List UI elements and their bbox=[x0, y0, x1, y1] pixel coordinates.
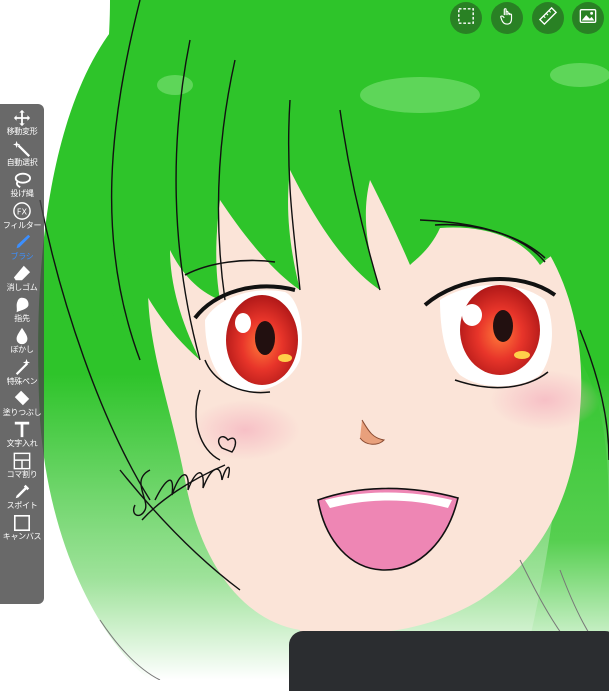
canvas-icon bbox=[12, 513, 32, 532]
tool-label: 移動変形 bbox=[6, 127, 38, 136]
drop-blur-icon bbox=[12, 326, 32, 345]
tool-finger[interactable]: 指先 bbox=[0, 295, 44, 326]
tool-eyedropper[interactable]: スポイト bbox=[0, 482, 44, 513]
gesture-button[interactable] bbox=[491, 2, 523, 34]
hair-highlight bbox=[360, 77, 480, 113]
hair-highlight bbox=[550, 63, 609, 87]
bottom-panel[interactable] bbox=[289, 631, 609, 691]
drawing-canvas[interactable] bbox=[0, 0, 609, 680]
gallery-icon bbox=[579, 7, 597, 29]
tool-label: 消しゴム bbox=[6, 282, 38, 292]
tool-blur[interactable]: ぼかし bbox=[0, 326, 44, 357]
tool-label: フィルター bbox=[2, 220, 42, 230]
lasso-icon bbox=[12, 170, 32, 189]
fx-icon: FX bbox=[12, 202, 32, 221]
tool-label: ぼかし bbox=[10, 345, 34, 355]
tool-panel: 移動変形 自動選択 投げ縄 FX フィルター ブラシ 消しゴム 指先 ぼかし 特… bbox=[0, 104, 44, 604]
tool-label: コマ割り bbox=[6, 470, 38, 480]
tool-filter[interactable]: FX フィルター bbox=[0, 202, 44, 233]
blush-left bbox=[190, 400, 300, 460]
bucket-fill-icon bbox=[12, 389, 32, 408]
ruler-button[interactable] bbox=[532, 2, 564, 34]
move-arrows-icon bbox=[12, 108, 32, 127]
tool-canvas[interactable]: キャンバス bbox=[0, 513, 44, 544]
tool-bucket-fill[interactable]: 塗りつぶし bbox=[0, 389, 44, 420]
tool-special-pen[interactable]: 特殊ペン bbox=[0, 358, 44, 389]
tool-text[interactable]: 文字入れ bbox=[0, 420, 44, 451]
hand-gesture-icon bbox=[498, 7, 516, 29]
svg-text:FX: FX bbox=[17, 207, 28, 217]
tool-label: ブラシ bbox=[10, 251, 34, 261]
text-icon bbox=[12, 420, 32, 439]
brush-icon bbox=[12, 233, 32, 252]
tool-label: スポイト bbox=[6, 501, 38, 511]
tool-label: 自動選択 bbox=[6, 158, 38, 168]
special-pen-icon bbox=[12, 358, 32, 377]
panel-split-icon bbox=[12, 451, 32, 470]
gallery-button[interactable] bbox=[572, 2, 604, 34]
tool-auto-select[interactable]: 自動選択 bbox=[0, 139, 44, 170]
ruler-icon bbox=[538, 6, 558, 29]
finger-smudge-icon bbox=[12, 295, 32, 314]
eyedropper-icon bbox=[12, 482, 32, 501]
tool-label: キャンバス bbox=[2, 532, 42, 542]
tool-label: 文字入れ bbox=[6, 438, 38, 448]
selection-button[interactable] bbox=[450, 2, 482, 34]
tool-lasso[interactable]: 投げ縄 bbox=[0, 170, 44, 201]
magic-wand-icon bbox=[12, 139, 32, 158]
tool-brush[interactable]: ブラシ bbox=[0, 233, 44, 264]
hair-highlight bbox=[157, 75, 193, 95]
tool-label: 特殊ペン bbox=[6, 376, 38, 386]
tool-label: 投げ縄 bbox=[10, 189, 34, 199]
tool-panel-split[interactable]: コマ割り bbox=[0, 451, 44, 482]
eraser-icon bbox=[12, 264, 32, 283]
selection-icon bbox=[457, 7, 475, 29]
tool-move-transform[interactable]: 移動変形 bbox=[0, 108, 44, 139]
tool-label: 指先 bbox=[14, 314, 30, 324]
tool-eraser[interactable]: 消しゴム bbox=[0, 264, 44, 295]
tool-label: 塗りつぶし bbox=[2, 407, 42, 417]
